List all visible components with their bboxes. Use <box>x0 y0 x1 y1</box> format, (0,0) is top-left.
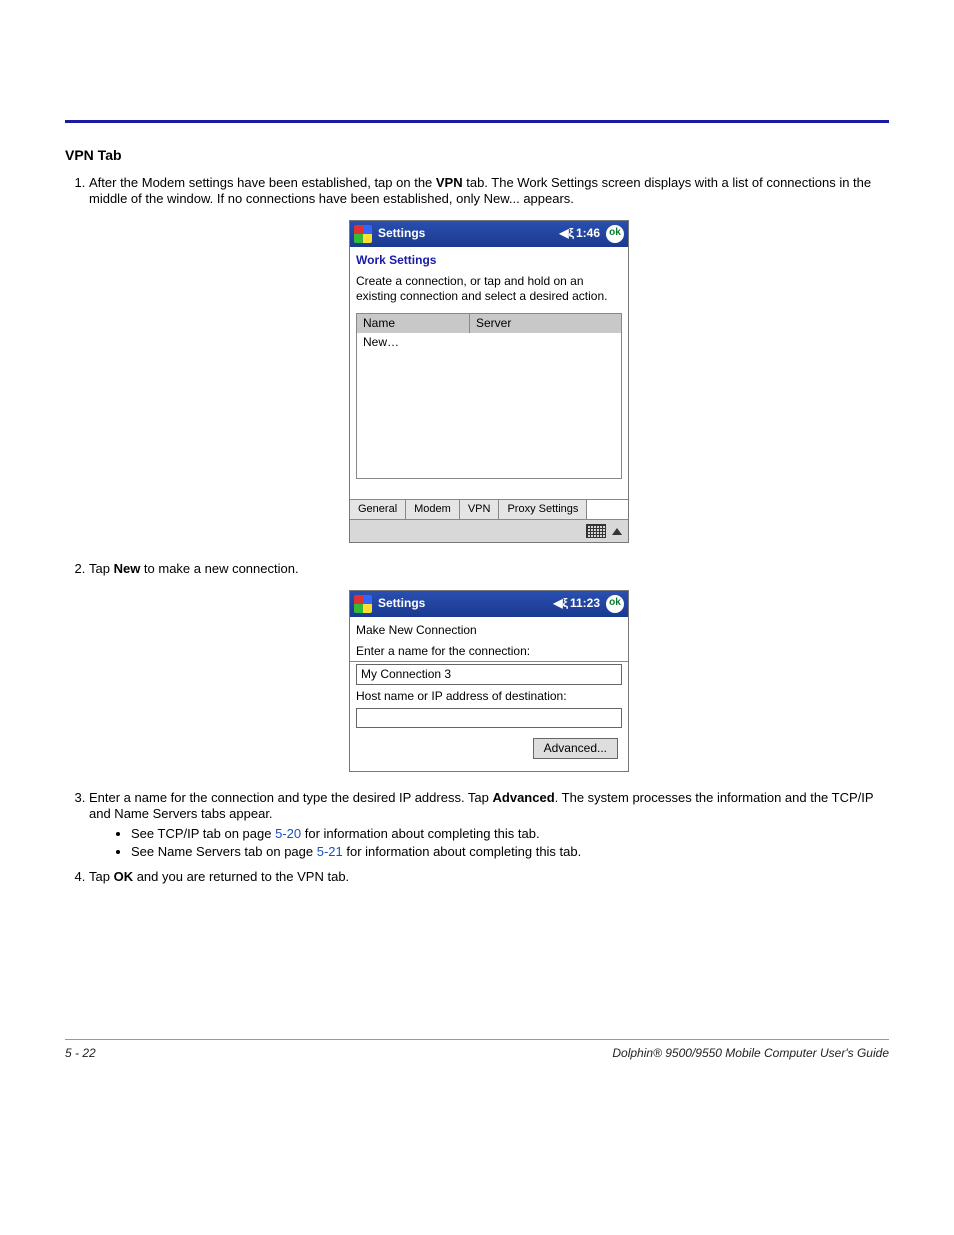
step-2: Tap New to make a new connection. Settin… <box>89 561 889 771</box>
tabbar: General Modem VPN Proxy Settings <box>350 499 628 520</box>
titlebar-title: Settings <box>378 226 559 241</box>
step-3: Enter a name for the connection and type… <box>89 790 889 861</box>
ok-button-2[interactable]: ok <box>606 595 624 613</box>
clock-2: 11:23 <box>570 596 600 611</box>
step-3-bold: Advanced <box>493 790 555 805</box>
row-new[interactable]: New… <box>357 333 621 352</box>
step-3-text-a: Enter a name for the connection and type… <box>89 790 493 805</box>
label-connection-name: Enter a name for the connection: <box>350 642 628 662</box>
step-1: After the Modem settings have been estab… <box>89 175 889 543</box>
bullet1-c: for information about completing this ta… <box>301 826 539 841</box>
screenshot-new-connection: Settings ◀ξ 11:23 ok Make New Connection… <box>349 590 629 772</box>
ok-button[interactable]: ok <box>606 225 624 243</box>
advanced-button[interactable]: Advanced... <box>533 738 618 759</box>
bullet2-c: for information about completing this ta… <box>343 844 581 859</box>
link-5-21[interactable]: 5-21 <box>317 844 343 859</box>
footer-doc: Dolphin® 9500/9550 Mobile Computer User'… <box>612 1046 889 1060</box>
input-host[interactable] <box>356 708 622 728</box>
bullet-tcpip: See TCP/IP tab on page 5-20 for informat… <box>131 826 889 842</box>
screen-subhead: Work Settings <box>350 247 628 270</box>
step-2-text-a: Tap <box>89 561 114 576</box>
screen2-subhead: Make New Connection <box>350 617 628 642</box>
clock: 1:46 <box>576 226 600 241</box>
step-1-bold: VPN <box>436 175 463 190</box>
step-4-text-a: Tap <box>89 869 114 884</box>
step-4-bold: OK <box>114 869 134 884</box>
label-host: Host name or IP address of destination: <box>350 687 628 706</box>
footer-page: 5 - 22 <box>65 1046 96 1060</box>
step-1-text-a: After the Modem settings have been estab… <box>89 175 436 190</box>
page-footer: 5 - 22 Dolphin® 9500/9550 Mobile Compute… <box>65 1039 889 1060</box>
sip-arrow-icon[interactable] <box>612 528 622 535</box>
connections-grid: Name Server New… <box>356 313 622 479</box>
section-heading: VPN Tab <box>65 147 889 163</box>
screen-instruction: Create a connection, or tap and hold on … <box>350 270 628 313</box>
titlebar: Settings ◀ξ 1:46 ok <box>350 221 628 247</box>
sip-bar <box>350 519 628 542</box>
grid-header: Name Server <box>357 314 621 333</box>
volume-icon[interactable]: ◀ξ <box>559 226 574 241</box>
bullet2-a: See Name Servers tab on page <box>131 844 317 859</box>
screenshot-work-settings: Settings ◀ξ 1:46 ok Work Settings Create… <box>349 220 629 544</box>
tab-general[interactable]: General <box>350 500 406 520</box>
step-2-text-c: to make a new connection. <box>140 561 298 576</box>
col-name[interactable]: Name <box>357 314 470 333</box>
top-rule <box>65 120 889 123</box>
start-icon-2[interactable] <box>354 595 372 613</box>
input-connection-name[interactable]: My Connection 3 <box>356 664 622 685</box>
col-server[interactable]: Server <box>470 314 621 333</box>
tab-proxy[interactable]: Proxy Settings <box>499 500 587 520</box>
tab-modem[interactable]: Modem <box>406 500 460 520</box>
bullet1-a: See TCP/IP tab on page <box>131 826 275 841</box>
titlebar-title-2: Settings <box>378 596 553 611</box>
link-5-20[interactable]: 5-20 <box>275 826 301 841</box>
tab-vpn[interactable]: VPN <box>460 500 500 520</box>
step-list: After the Modem settings have been estab… <box>65 175 889 885</box>
step-2-bold: New <box>114 561 141 576</box>
start-icon[interactable] <box>354 225 372 243</box>
sub-bullets: See TCP/IP tab on page 5-20 for informat… <box>131 826 889 861</box>
volume-icon-2[interactable]: ◀ξ <box>553 596 568 611</box>
keyboard-icon[interactable] <box>586 524 606 538</box>
titlebar-2: Settings ◀ξ 11:23 ok <box>350 591 628 617</box>
bullet-name-servers: See Name Servers tab on page 5-21 for in… <box>131 844 889 860</box>
step-4-text-c: and you are returned to the VPN tab. <box>133 869 349 884</box>
step-4: Tap OK and you are returned to the VPN t… <box>89 869 889 885</box>
